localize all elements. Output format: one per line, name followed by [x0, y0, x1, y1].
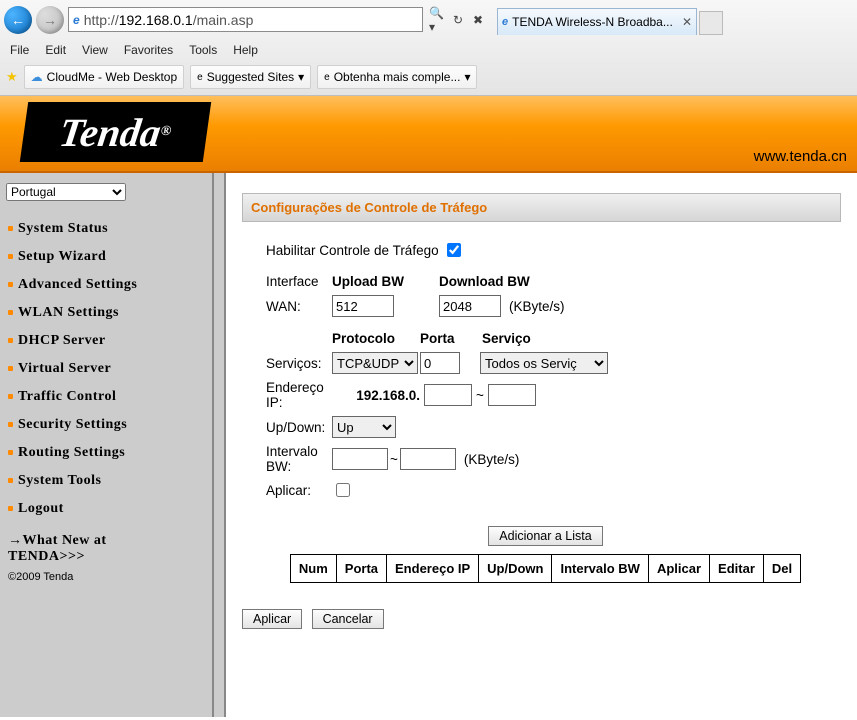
add-favorite-icon[interactable]: ★	[6, 69, 18, 85]
menu-view[interactable]: View	[82, 43, 108, 57]
sidebar-item-advanced-settings[interactable]: Advanced Settings	[6, 271, 206, 299]
rules-table: Num Porta Endereço IP Up/Down Intervalo …	[290, 554, 801, 583]
th-edit: Editar	[710, 555, 764, 583]
enable-traffic-checkbox[interactable]	[447, 243, 461, 257]
what-new-link[interactable]: →What New at TENDA>>>	[6, 523, 206, 565]
port-header: Porta	[420, 331, 482, 346]
sidebar-item-dhcp-server[interactable]: DHCP Server	[6, 327, 206, 355]
chevron-down-icon: ▾	[464, 70, 470, 84]
chevron-down-icon: ▾	[298, 70, 304, 84]
th-port: Porta	[336, 555, 386, 583]
forward-button[interactable]: →	[36, 6, 64, 34]
port-input[interactable]	[420, 352, 460, 374]
cancel-button[interactable]: Cancelar	[312, 609, 384, 629]
service-select[interactable]: Todos os Serviç	[480, 352, 608, 374]
add-to-list-button[interactable]: Adicionar a Lista	[488, 526, 602, 546]
browser-tab[interactable]: e TENDA Wireless-N Broadba... ✕	[497, 8, 697, 35]
cloud-icon: ☁	[31, 70, 43, 84]
fav-obtenha[interactable]: e Obtenha mais comple... ▾	[317, 65, 477, 89]
services-label: Serviços:	[266, 356, 332, 371]
sidebar-item-routing-settings[interactable]: Routing Settings	[6, 439, 206, 467]
refresh-icon[interactable]: ↻	[449, 10, 467, 30]
close-tab-icon[interactable]: ✕	[682, 15, 692, 29]
protocol-header: Protocolo	[332, 331, 420, 346]
th-updown: Up/Down	[479, 555, 552, 583]
stop-icon[interactable]: ✖	[469, 10, 487, 30]
wan-label: WAN:	[266, 299, 332, 314]
brand-header: Tenda® www.tenda.cn	[0, 96, 857, 173]
menu-edit[interactable]: Edit	[45, 43, 66, 57]
menu-bar: File Edit View Favorites Tools Help	[0, 39, 857, 61]
bw-unit: (KByte/s)	[509, 299, 565, 314]
ie-tab-icon: e	[502, 16, 508, 28]
sidebar-item-security-settings[interactable]: Security Settings	[6, 411, 206, 439]
interface-header: Interface	[266, 274, 332, 289]
download-bw-input[interactable]	[439, 295, 501, 317]
th-ip: Endereço IP	[387, 555, 479, 583]
menu-tools[interactable]: Tools	[189, 43, 217, 57]
ip-from-input[interactable]	[424, 384, 472, 406]
apply-rule-checkbox[interactable]	[336, 483, 350, 497]
sidebar-item-setup-wizard[interactable]: Setup Wizard	[6, 243, 206, 271]
ie-page-icon: e	[73, 13, 80, 27]
fav-suggested-sites[interactable]: e Suggested Sites ▾	[190, 65, 311, 89]
protocol-select[interactable]: TCP&UDP	[332, 352, 418, 374]
browser-chrome: ← → e http://192.168.0.1/main.asp 🔍▾ ↻ ✖…	[0, 0, 857, 96]
tab-title: TENDA Wireless-N Broadba...	[512, 15, 673, 29]
sidebar-item-system-tools[interactable]: System Tools	[6, 467, 206, 495]
sidebar-item-logout[interactable]: Logout	[6, 495, 206, 523]
ip-to-input[interactable]	[488, 384, 536, 406]
sidebar-item-system-status[interactable]: System Status	[6, 215, 206, 243]
menu-file[interactable]: File	[10, 43, 29, 57]
upload-bw-input[interactable]	[332, 295, 394, 317]
bw-from-input[interactable]	[332, 448, 388, 470]
brand-url: www.tenda.cn	[754, 148, 847, 165]
menu-help[interactable]: Help	[233, 43, 258, 57]
th-apply: Aplicar	[648, 555, 709, 583]
search-dropdown-icon[interactable]: 🔍▾	[429, 10, 447, 30]
panel-title: Configurações de Controle de Tráfego	[242, 193, 841, 222]
ie-icon: e	[197, 72, 203, 83]
copyright: ©2009 Tenda	[6, 571, 206, 583]
sidebar-item-traffic-control[interactable]: Traffic Control	[6, 383, 206, 411]
sidebar-nav: System StatusSetup WizardAdvanced Settin…	[6, 215, 206, 523]
language-select[interactable]: Portugal	[6, 183, 126, 201]
sidebar-item-virtual-server[interactable]: Virtual Server	[6, 355, 206, 383]
service-header: Serviço	[482, 331, 531, 346]
enable-traffic-label: Habilitar Controle de Tráfego	[266, 243, 439, 258]
sidebar-item-wlan-settings[interactable]: WLAN Settings	[6, 299, 206, 327]
main-panel: Configurações de Controle de Tráfego Hab…	[224, 173, 857, 717]
ip-prefix: 192.168.0.	[332, 388, 424, 403]
sidebar: Portugal System StatusSetup WizardAdvanc…	[0, 173, 214, 717]
bw-to-input[interactable]	[400, 448, 456, 470]
new-tab-button[interactable]	[699, 11, 723, 35]
back-button[interactable]: ←	[4, 6, 32, 34]
address-bar[interactable]: e http://192.168.0.1/main.asp	[68, 7, 423, 32]
ie-icon: e	[324, 72, 330, 83]
url-text: http://192.168.0.1/main.asp	[84, 12, 418, 28]
apply-row-label: Aplicar:	[266, 483, 332, 498]
th-num: Num	[290, 555, 336, 583]
download-header: Download BW	[439, 274, 559, 289]
th-del: Del	[763, 555, 800, 583]
fav-cloudme[interactable]: ☁ CloudMe - Web Desktop	[24, 65, 185, 89]
bw-unit-2: (KByte/s)	[464, 452, 520, 467]
favorites-bar: ★ ☁ CloudMe - Web Desktop e Suggested Si…	[0, 61, 857, 95]
apply-button[interactable]: Aplicar	[242, 609, 302, 629]
th-bw: Intervalo BW	[552, 555, 648, 583]
menu-favorites[interactable]: Favorites	[124, 43, 173, 57]
updown-select[interactable]: Up	[332, 416, 396, 438]
bw-interval-label: Intervalo BW:	[266, 444, 332, 474]
updown-label: Up/Down:	[266, 420, 332, 435]
ip-label: Endereço IP:	[266, 380, 332, 410]
upload-header: Upload BW	[332, 274, 439, 289]
tenda-logo: Tenda®	[20, 102, 211, 162]
